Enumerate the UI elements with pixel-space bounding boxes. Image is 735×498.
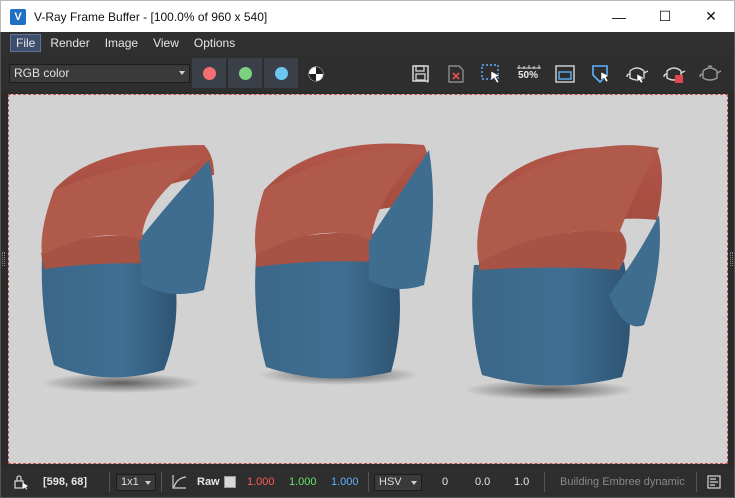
raw-label: Raw <box>197 476 220 488</box>
divider <box>109 472 110 492</box>
sample-size-value: 1x1 <box>121 475 139 488</box>
divider <box>696 472 697 492</box>
chevron-down-icon <box>179 71 185 75</box>
divider <box>368 472 369 492</box>
red-value: 1.000 <box>247 476 275 488</box>
zoom-badge-button[interactable]: 50% <box>515 61 543 87</box>
render-viewport[interactable] <box>0 92 735 466</box>
teapot-icon <box>699 65 722 81</box>
track-mouse-button[interactable] <box>587 61 615 87</box>
raw-checkbox[interactable] <box>224 476 236 488</box>
hue-value: 0 <box>442 476 449 488</box>
blue-channel-button[interactable] <box>264 58 298 88</box>
armchair-left <box>41 145 214 393</box>
teapot-interactive-icon <box>626 67 649 84</box>
menu-file[interactable]: File <box>10 34 42 52</box>
menu-image[interactable]: Image <box>99 34 144 52</box>
curve-button[interactable] <box>171 466 187 498</box>
save-image-button[interactable] <box>407 61 435 87</box>
pixel-coordinates: [598, 68] <box>43 476 88 488</box>
chevron-down-icon <box>411 480 417 485</box>
armchair-right <box>464 145 662 400</box>
green-channel-button[interactable] <box>228 58 262 88</box>
maximize-button[interactable]: ☐ <box>642 1 688 32</box>
toggle-fullscreen-button[interactable] <box>551 61 579 87</box>
armchairs-render <box>41 143 662 400</box>
armchair-middle <box>255 143 433 385</box>
lock-cursor-icon <box>14 475 28 490</box>
divider <box>161 472 162 492</box>
channel-select[interactable]: RGB color <box>9 64 190 83</box>
toolbar: RGB color 50% <box>0 54 735 92</box>
save-icon <box>412 65 429 83</box>
status-bar: [598, 68] 1x1 Raw 1.000 1.000 1.000 HSV … <box>0 466 735 498</box>
menu-bar: File Render Image View Options <box>0 32 735 54</box>
green-dot-icon <box>238 66 252 80</box>
zoom-badge-label: 50% <box>518 70 539 81</box>
menu-view[interactable]: View <box>147 34 185 52</box>
show-log-button[interactable] <box>707 466 721 498</box>
divider <box>544 472 545 492</box>
curve-icon <box>172 475 187 489</box>
region-select-icon <box>481 64 501 84</box>
chevron-down-icon <box>144 480 151 485</box>
sample-size-select[interactable]: 1x1 <box>116 473 156 491</box>
left-splitter-handle[interactable] <box>2 252 5 266</box>
teapot-stop-icon <box>663 67 686 83</box>
window-title: V-Ray Frame Buffer - [100.0% of 960 x 54… <box>34 9 268 24</box>
saturation-value: 0.0 <box>475 476 491 488</box>
channel-select-value: RGB color <box>14 66 70 80</box>
lock-cursor-button[interactable] <box>13 466 29 498</box>
status-message: Building Embree dynamic <box>560 476 685 488</box>
alpha-channel-button[interactable] <box>302 61 330 87</box>
vray-logo-icon: V <box>10 8 26 25</box>
alpha-icon <box>308 66 324 82</box>
close-button[interactable]: ✕ <box>688 1 734 32</box>
stop-render-button[interactable] <box>660 61 688 87</box>
color-mode-value: HSV <box>379 475 402 488</box>
blue-dot-icon <box>274 66 288 80</box>
red-dot-icon <box>202 66 216 80</box>
green-value: 1.000 <box>289 476 317 488</box>
title-bar: V V-Ray Frame Buffer - [100.0% of 960 x … <box>0 0 735 32</box>
menu-options[interactable]: Options <box>188 34 241 52</box>
region-render-button[interactable] <box>478 61 506 87</box>
log-icon <box>707 475 721 489</box>
shield-arrow-icon <box>592 65 610 84</box>
value-value: 1.0 <box>514 476 530 488</box>
right-splitter-handle[interactable] <box>730 252 733 266</box>
rendered-image[interactable] <box>8 94 728 464</box>
blue-value: 1.000 <box>331 476 359 488</box>
clear-icon <box>448 65 464 83</box>
render-button[interactable] <box>696 61 724 87</box>
render-interactive-button[interactable] <box>623 61 651 87</box>
clear-image-button[interactable] <box>442 61 470 87</box>
frame-icon <box>555 65 575 83</box>
menu-render[interactable]: Render <box>44 34 95 52</box>
red-channel-button[interactable] <box>192 58 226 88</box>
color-mode-select[interactable]: HSV <box>374 473 422 491</box>
minimize-button[interactable]: — <box>596 1 642 32</box>
